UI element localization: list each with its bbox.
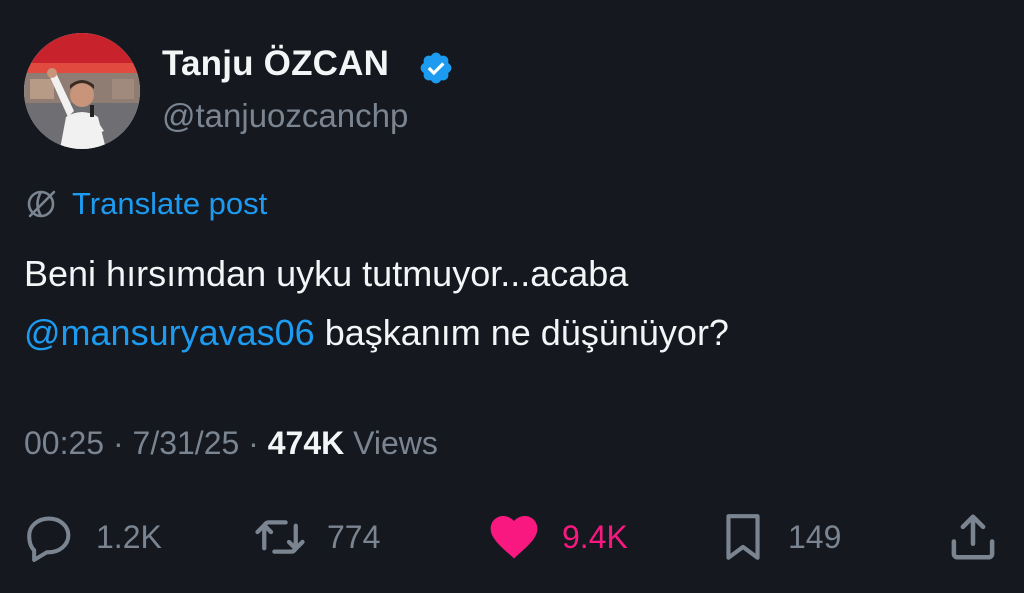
- post-meta: 00:25 · 7/31/25 · 474K Views: [24, 425, 438, 462]
- translate-post-label: Translate post: [72, 186, 268, 221]
- translate-post-button[interactable]: Translate post: [24, 184, 267, 224]
- post-text: Beni hırsımdan uyku tutmuyor...acaba @ma…: [24, 244, 984, 362]
- globe-icon: [27, 190, 56, 218]
- share-icon: [951, 514, 995, 560]
- share-button[interactable]: [946, 509, 1000, 565]
- repost-count: 774: [327, 518, 381, 555]
- heart-icon: [490, 516, 538, 559]
- reply-button[interactable]: 1.2K: [22, 509, 162, 565]
- author-name[interactable]: Tanju ÖZCAN: [162, 44, 389, 84]
- mention-link[interactable]: @mansuryavas06: [24, 312, 315, 353]
- post-time[interactable]: 00:25: [24, 425, 104, 461]
- meta-separator: ·: [112, 425, 124, 461]
- reply-icon: [27, 516, 71, 562]
- post-text-part: Beni hırsımdan uyku tutmuyor...acaba: [24, 253, 629, 294]
- like-button[interactable]: 9.4K: [486, 509, 628, 565]
- reply-count: 1.2K: [96, 518, 162, 555]
- meta-separator: ·: [248, 425, 259, 461]
- author-handle[interactable]: @tanjuozcanchp: [162, 97, 408, 135]
- bookmark-count: 149: [788, 518, 842, 555]
- bookmark-icon: [726, 514, 760, 560]
- verified-badge-icon: [420, 52, 452, 84]
- post-text-part: başkanım ne düşünüyor?: [324, 312, 729, 353]
- repost-icon: [255, 520, 305, 554]
- views-count[interactable]: 474K: [268, 425, 345, 461]
- author-avatar[interactable]: [24, 33, 140, 149]
- repost-button[interactable]: 774: [253, 509, 380, 565]
- avatar-photo: [24, 33, 140, 149]
- like-count: 9.4K: [562, 518, 628, 555]
- bookmark-button[interactable]: 149: [718, 509, 841, 565]
- post-date[interactable]: 7/31/25: [133, 425, 240, 461]
- views-label: Views: [353, 425, 438, 461]
